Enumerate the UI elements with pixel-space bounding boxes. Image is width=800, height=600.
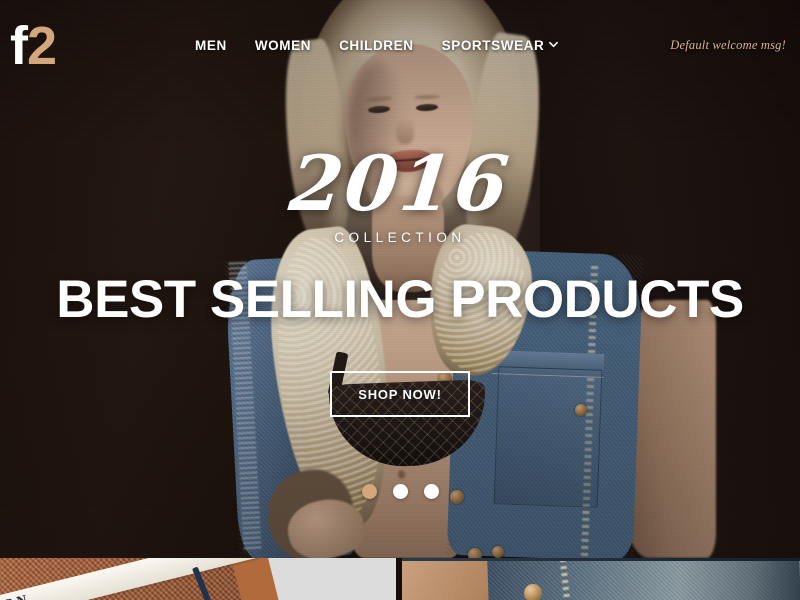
denim-button [468, 548, 482, 558]
denim-rivet [492, 546, 504, 558]
shop-now-button[interactable]: SHOP NOW! [330, 371, 470, 417]
hero-year: 2016 [285, 139, 515, 228]
nav-item-women[interactable]: WOMEN [255, 38, 311, 53]
carousel-dot-2[interactable] [392, 484, 408, 499]
site-header: f2 MEN WOMEN CHILDREN SPORTSWEAR Default… [0, 0, 800, 90]
main-navigation: MEN WOMEN CHILDREN SPORTSWEAR [195, 38, 559, 53]
hero-headline: BEST SELLING PRODUCTS [56, 270, 744, 329]
hero-subtitle: COLLECTION [334, 230, 466, 245]
denim-tile-topline [402, 558, 800, 561]
model-navel [398, 470, 405, 479]
denim-tile-shadow [679, 558, 800, 600]
product-tile-denim[interactable] [402, 558, 800, 600]
product-tile-shoe[interactable]: UNION [0, 558, 396, 600]
welcome-message: Default welcome msg! [670, 38, 786, 52]
denim-rivet [575, 404, 587, 416]
carousel-dot-1[interactable] [361, 484, 377, 499]
product-strip: UNION [0, 558, 800, 600]
logo-letter-f: f [10, 16, 28, 76]
nav-label-women: WOMEN [254, 38, 312, 53]
denim-tile-button [524, 584, 542, 600]
site-logo[interactable]: f2 [10, 16, 57, 76]
nav-item-men[interactable]: MEN [195, 38, 227, 53]
nav-label-children: CHILDREN [339, 38, 414, 53]
nav-label-men: MEN [195, 38, 227, 53]
page-root: 2016 COLLECTION BEST SELLING PRODUCTS SH… [0, 0, 800, 600]
nav-item-children[interactable]: CHILDREN [339, 38, 414, 53]
shoe-strap-text: UNION [0, 592, 32, 600]
carousel-indicators [0, 484, 800, 499]
chevron-down-icon [549, 40, 559, 49]
carousel-dot-3[interactable] [423, 484, 439, 499]
nav-item-sportswear[interactable]: SPORTSWEAR [442, 38, 559, 53]
nav-label-sportswear: SPORTSWEAR [441, 38, 545, 53]
logo-digit-2: 2 [26, 16, 57, 76]
